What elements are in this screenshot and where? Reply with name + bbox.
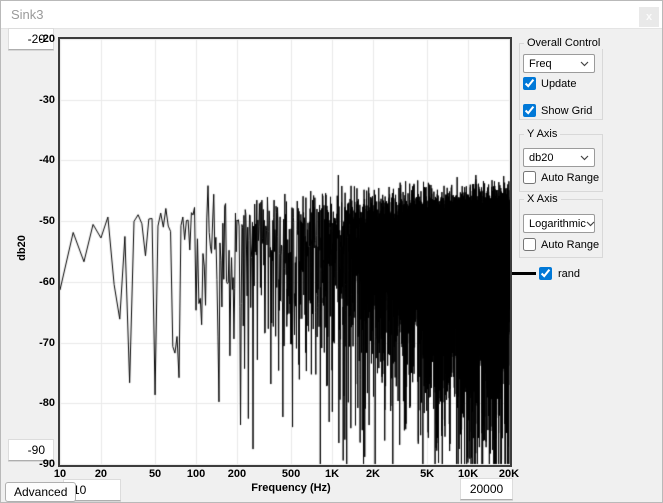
x-auto-range-checkbox[interactable]	[523, 238, 536, 251]
overall-control-group-label: Overall Control	[524, 37, 603, 49]
x-axis-dropdown-value: Logarithmic	[529, 218, 586, 230]
y-tick-label: -50	[1, 216, 55, 227]
y-auto-range-label: Auto Range	[541, 172, 599, 184]
plot-canvas[interactable]	[60, 39, 510, 465]
chevron-down-icon	[586, 221, 595, 227]
x-tick-label: 100	[176, 469, 216, 480]
update-row: Update	[523, 77, 576, 90]
x-tick-label: 2K	[353, 469, 393, 480]
y-axis-group-label: Y Axis	[524, 128, 560, 140]
window-titlebar: Sink3 x	[1, 1, 662, 29]
update-label: Update	[541, 78, 576, 90]
x-auto-range-label: Auto Range	[541, 239, 599, 251]
legend-series-checkbox[interactable]	[539, 267, 552, 280]
chevron-down-icon	[580, 155, 589, 161]
y-tick-label: -30	[1, 95, 55, 106]
x-tick-label: 200	[217, 469, 257, 480]
x-auto-range-row: Auto Range	[523, 238, 599, 251]
x-tick-label: 500	[271, 469, 311, 480]
close-icon[interactable]: x	[639, 7, 659, 27]
show-grid-row: Show Grid	[523, 104, 592, 117]
x-tick-label: 20	[81, 469, 121, 480]
x-tick-label: 50	[135, 469, 175, 480]
x-tick-label: 20K	[489, 469, 529, 480]
overall-control-dropdown-value: Freq	[529, 58, 552, 70]
x-tick-label: 5K	[407, 469, 447, 480]
overall-control-dropdown[interactable]: Freq	[523, 54, 595, 73]
advanced-button[interactable]: Advanced	[5, 482, 76, 502]
group-x-axis: X Axis Logarithmic Auto Range	[519, 199, 603, 258]
show-grid-label: Show Grid	[541, 105, 592, 117]
x-tick-label: 10	[40, 469, 80, 480]
legend-line-swatch	[512, 272, 536, 275]
y-auto-range-checkbox[interactable]	[523, 171, 536, 184]
y-auto-range-row: Auto Range	[523, 171, 599, 184]
x-axis-group-label: X Axis	[524, 193, 561, 205]
legend: rand	[511, 266, 631, 282]
legend-series-label: rand	[558, 268, 580, 280]
chevron-down-icon	[580, 61, 589, 67]
y-tick-label: -40	[1, 155, 55, 166]
sink-window: Sink3 x -20-30-40-50-60-70-80-90 1020501…	[0, 0, 663, 503]
plot-area[interactable]	[58, 37, 512, 467]
y-axis-dropdown-value: db20	[529, 152, 553, 164]
x-axis-dropdown[interactable]: Logarithmic	[523, 214, 595, 233]
show-grid-checkbox[interactable]	[523, 104, 536, 117]
x-axis-label: Frequency (Hz)	[206, 482, 376, 494]
group-y-axis: Y Axis db20 Auto Range	[519, 134, 603, 192]
y-tick-label: -70	[1, 338, 55, 349]
y-tick-label: -60	[1, 277, 55, 288]
x-max-field[interactable]	[460, 478, 513, 500]
y-tick-label: -20	[1, 34, 55, 45]
y-tick-label: -80	[1, 398, 55, 409]
group-overall-control: Overall Control Freq Update Show Grid	[519, 43, 603, 120]
update-checkbox[interactable]	[523, 77, 536, 90]
window-title: Sink3	[11, 7, 44, 22]
x-tick-label: 10K	[448, 469, 488, 480]
x-tick-label: 1K	[312, 469, 352, 480]
y-axis-label: db20	[16, 235, 28, 261]
y-axis-dropdown[interactable]: db20	[523, 148, 595, 167]
